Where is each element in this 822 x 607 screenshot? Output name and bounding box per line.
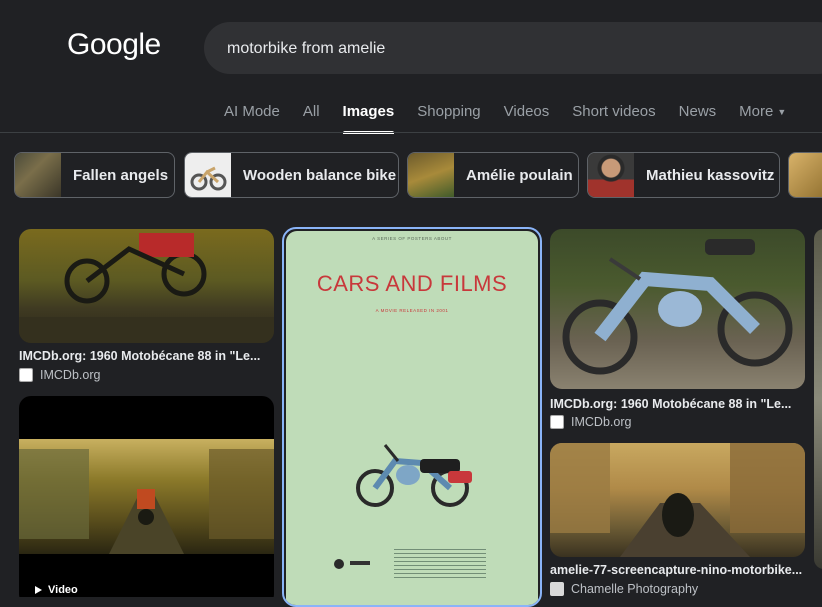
result-source[interactable]: IMCDb.org: [19, 368, 100, 382]
result-source[interactable]: Chamelle Photography: [550, 582, 698, 596]
chip-label: Wooden balance bike: [243, 166, 397, 184]
result-title[interactable]: IMCDb.org: 1960 Motobécane 88 in "Le...: [550, 397, 806, 411]
result-card-selected[interactable]: A SERIES OF POSTERS ABOUT CARS AND FILMS…: [282, 227, 542, 607]
chip-thumbnail: [789, 153, 822, 197]
tab-short-videos[interactable]: Short videos: [572, 100, 655, 132]
poster-image[interactable]: A SERIES OF POSTERS ABOUT CARS AND FILMS…: [286, 231, 538, 605]
result-image[interactable]: [550, 229, 805, 389]
tab-shopping[interactable]: Shopping: [417, 100, 480, 132]
tab-videos[interactable]: Videos: [504, 100, 550, 132]
moped-illustration: [356, 444, 472, 507]
poster-subtitle: A MOVIE RELEASED IN 2001: [375, 308, 449, 313]
chip-thumbnail: [185, 153, 231, 197]
chip-fallen-angels[interactable]: Fallen angels: [14, 152, 175, 198]
result-video-thumbnail[interactable]: Video: [19, 396, 274, 597]
result-card[interactable]: IMCDb.org: 1960 Motobécane 88 in "Le... …: [19, 229, 275, 389]
poster-top-text: A SERIES OF POSTERS ABOUT: [372, 236, 452, 241]
google-logo[interactable]: Google: [67, 28, 161, 62]
imcdb-favicon-icon: [19, 368, 33, 382]
search-input[interactable]: [225, 22, 789, 76]
chip-wooden-balance-bike[interactable]: Wooden balance bike: [184, 152, 399, 198]
tab-more-label: More: [739, 103, 774, 120]
result-card-partial[interactable]: [814, 229, 822, 597]
tab-ai-mode[interactable]: AI Mode: [224, 100, 280, 132]
chip-partial[interactable]: [788, 152, 822, 198]
result-source-label: Chamelle Photography: [571, 582, 699, 596]
chip-label: Mathieu kassovitz: [646, 166, 775, 184]
chip-thumbnail: [15, 153, 61, 197]
video-badge: Video: [35, 584, 78, 596]
play-icon: [35, 586, 42, 594]
chip-mathieu-kassovitz[interactable]: Mathieu kassovitz: [587, 152, 780, 198]
chip-label: Amélie poulain: [466, 166, 573, 184]
chip-thumbnail: [408, 153, 454, 197]
result-image[interactable]: [19, 229, 274, 343]
tab-news[interactable]: News: [679, 100, 717, 132]
result-source-label: IMCDb.org: [571, 415, 632, 429]
poster-title: CARS AND FILMS: [316, 271, 508, 296]
search-tabs: AI Mode All Images Shopping Videos Short…: [224, 100, 809, 134]
imcdb-favicon-icon: [550, 415, 564, 429]
result-image[interactable]: [814, 229, 822, 569]
result-source-label: IMCDb.org: [40, 368, 101, 382]
result-title[interactable]: IMCDb.org: 1960 Motobécane 88 in "Le...: [19, 349, 275, 363]
search-box[interactable]: [204, 22, 822, 76]
chamelle-favicon-icon: [550, 582, 564, 596]
result-card-video[interactable]: Video: [19, 396, 275, 597]
result-card[interactable]: amelie-77-screencapture-nino-motorbike..…: [550, 443, 806, 597]
tab-all[interactable]: All: [303, 100, 320, 132]
chip-thumbnail: [588, 153, 634, 197]
chip-amelie-poulain[interactable]: Amélie poulain: [407, 152, 579, 198]
tabs-divider: [0, 132, 822, 133]
result-image[interactable]: [550, 443, 805, 557]
tab-more[interactable]: More ▼: [739, 100, 786, 132]
result-title[interactable]: amelie-77-screencapture-nino-motorbike..…: [550, 563, 806, 577]
chip-label: Fallen angels: [73, 166, 169, 184]
result-card[interactable]: IMCDb.org: 1960 Motobécane 88 in "Le... …: [550, 229, 806, 434]
chevron-down-icon: ▼: [777, 107, 787, 118]
poster-logo-mark: [334, 559, 344, 569]
video-frame: [19, 439, 274, 554]
poster-credits: [394, 549, 486, 579]
related-chips: Fallen angels Wooden balance bike Amélie…: [14, 152, 822, 200]
poster-credit-mark: [350, 561, 370, 565]
tab-images[interactable]: Images: [342, 100, 394, 134]
result-source[interactable]: IMCDb.org: [550, 415, 631, 429]
video-badge-label: Video: [48, 584, 78, 596]
